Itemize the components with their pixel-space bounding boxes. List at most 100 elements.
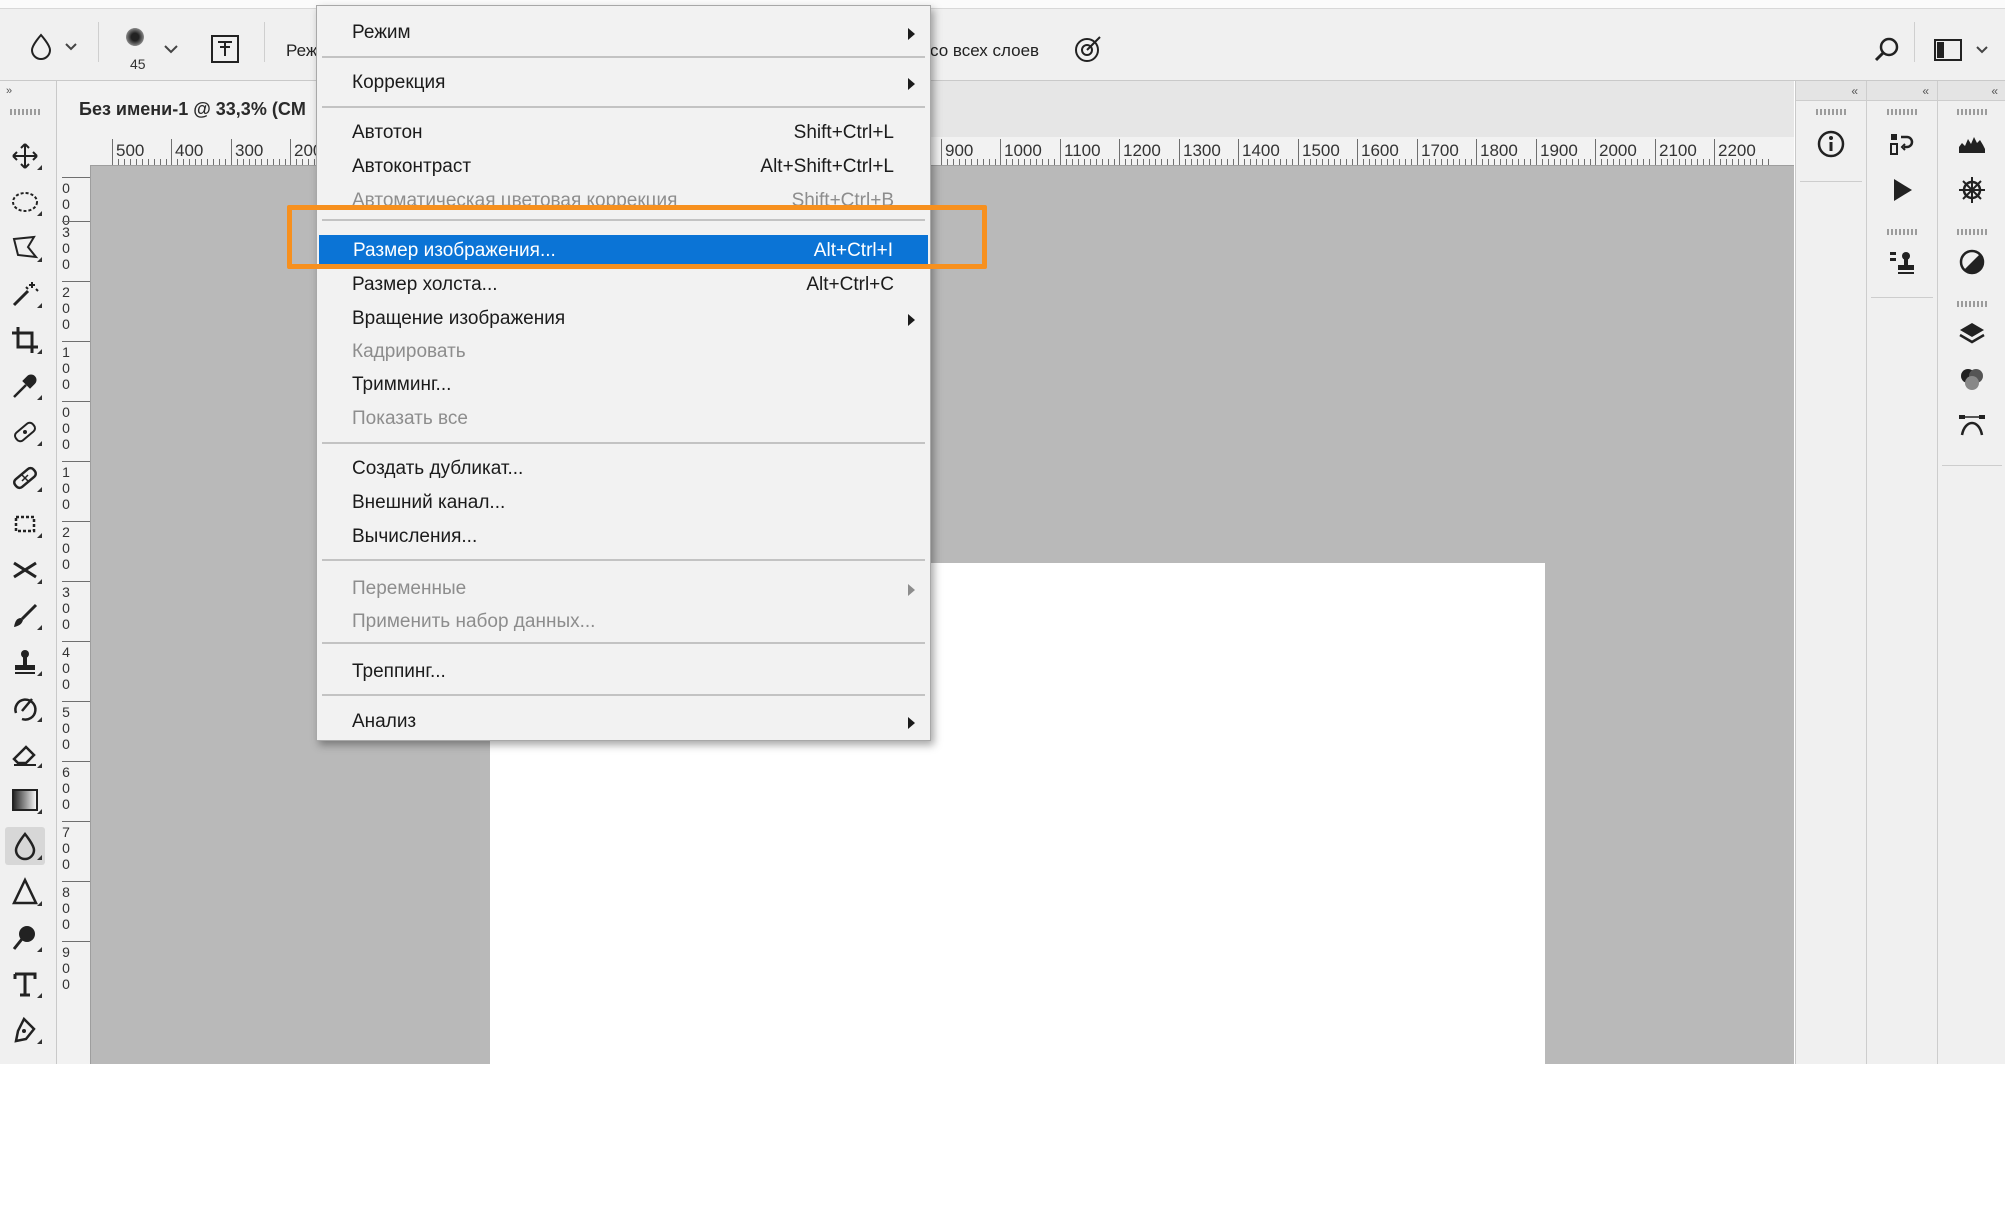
menu-item-reveal-all[interactable]: Показать все bbox=[318, 403, 929, 435]
ruler-label: 0 bbox=[62, 480, 70, 496]
ruler-minor-tick bbox=[1612, 159, 1614, 165]
menu-item-canvas-size[interactable]: Размер холста... Alt+Ctrl+C bbox=[318, 269, 929, 301]
info-icon bbox=[1817, 130, 1845, 158]
ruler-minor-tick bbox=[1725, 159, 1727, 165]
menu-item-apply-data-set[interactable]: Применить набор данных... bbox=[318, 606, 929, 638]
ruler-minor-tick bbox=[1666, 159, 1668, 165]
ruler-minor-tick bbox=[1392, 159, 1394, 165]
dodge-tool[interactable] bbox=[5, 919, 45, 957]
collapse-column-icon[interactable]: « bbox=[1867, 81, 1937, 101]
sharpen-tool[interactable] bbox=[5, 873, 45, 911]
eraser-tool[interactable] bbox=[5, 735, 45, 773]
document-tab[interactable]: Без имени-1 @ 33,3% (CM bbox=[57, 81, 328, 137]
brush-settings-button[interactable] bbox=[210, 34, 240, 69]
magic-wand-tool[interactable] bbox=[5, 275, 45, 313]
brush-size-value: 45 bbox=[130, 56, 146, 72]
ruler-label: 0 bbox=[62, 600, 70, 616]
menu-item-label: Тримминг... bbox=[352, 374, 452, 395]
top-menu-strip bbox=[0, 0, 2005, 9]
ruler-minor-tick bbox=[295, 159, 297, 165]
menu-item-calculations[interactable]: Вычисления... bbox=[318, 521, 929, 553]
adjustments-panel-button[interactable] bbox=[1952, 243, 1992, 281]
ruler-minor-tick bbox=[248, 159, 250, 165]
histogram-panel-button[interactable] bbox=[1952, 125, 1992, 163]
ruler-origin[interactable] bbox=[57, 137, 90, 165]
ruler-minor-tick bbox=[1672, 159, 1674, 165]
lasso-tool[interactable] bbox=[5, 229, 45, 267]
ruler-minor-tick bbox=[1023, 159, 1025, 165]
ruler-minor-tick bbox=[1410, 159, 1412, 165]
mode-label: Реж bbox=[286, 41, 318, 60]
ruler-minor-tick bbox=[1130, 159, 1132, 165]
collapse-toolbar-icon[interactable]: » bbox=[6, 85, 12, 97]
type-tool[interactable] bbox=[5, 965, 45, 1003]
history-panel-button[interactable] bbox=[1882, 125, 1922, 163]
workspace-switcher[interactable] bbox=[1933, 36, 1993, 69]
info-panel-button[interactable] bbox=[1811, 125, 1851, 163]
vertical-ruler[interactable]: 0003002001000001002003004005006007008009… bbox=[57, 165, 91, 1064]
layers-icon bbox=[1959, 323, 1985, 344]
crop-tool[interactable] bbox=[5, 321, 45, 359]
ruler-label: 0 bbox=[62, 960, 70, 976]
menu-item-apply-image[interactable]: Внешний канал... bbox=[318, 487, 929, 519]
ruler-minor-tick bbox=[123, 159, 125, 165]
search-button[interactable] bbox=[1873, 36, 1901, 69]
menu-divider bbox=[322, 559, 925, 561]
ruler-minor-tick bbox=[1511, 159, 1513, 165]
menu-divider bbox=[322, 694, 925, 696]
ruler-label: 2 bbox=[62, 524, 70, 540]
play-icon bbox=[1894, 179, 1912, 201]
healing-brush-tool[interactable] bbox=[5, 459, 45, 497]
ruler-minor-tick bbox=[1065, 159, 1067, 165]
menu-item-mode[interactable]: Режим bbox=[318, 17, 929, 49]
collapse-column-icon[interactable]: « bbox=[1938, 81, 2005, 101]
pressure-strength-button[interactable] bbox=[1073, 34, 1103, 69]
spot-healing-tool[interactable] bbox=[5, 413, 45, 451]
ruler-minor-tick bbox=[1452, 159, 1454, 165]
ruler-label: 1 bbox=[62, 464, 70, 480]
ruler-minor-tick bbox=[1422, 159, 1424, 165]
layers-panel-button[interactable] bbox=[1952, 315, 1992, 353]
move-tool[interactable] bbox=[5, 137, 45, 175]
brush-preset-picker[interactable]: 45 bbox=[120, 20, 180, 76]
blur-icon bbox=[30, 33, 77, 60]
eyedropper-tool[interactable] bbox=[5, 367, 45, 405]
brush-tool[interactable] bbox=[5, 597, 45, 635]
content-aware-move-tool[interactable] bbox=[5, 551, 45, 589]
ruler-label: 0 bbox=[62, 180, 70, 196]
clone-source-panel-button[interactable] bbox=[1882, 243, 1922, 281]
menu-item-trap[interactable]: Треппинг... bbox=[318, 656, 929, 688]
menu-item-auto-contrast[interactable]: Автоконтраст Alt+Shift+Ctrl+L bbox=[318, 151, 929, 183]
menu-item-adjustments[interactable]: Коррекция bbox=[318, 67, 929, 99]
ruler-minor-tick bbox=[1428, 159, 1430, 165]
annotation-highlight-frame bbox=[287, 205, 987, 269]
pen-tool[interactable] bbox=[5, 1011, 45, 1049]
menu-item-label: Создать дубликат... bbox=[352, 458, 524, 479]
actions-panel-button[interactable] bbox=[1882, 171, 1922, 209]
menu-item-crop[interactable]: Кадрировать bbox=[318, 336, 929, 368]
clone-stamp-tool[interactable] bbox=[5, 643, 45, 681]
gradient-tool[interactable] bbox=[5, 781, 45, 819]
channels-panel-button[interactable] bbox=[1952, 361, 1992, 399]
blur-tool[interactable] bbox=[5, 827, 45, 865]
menu-item-auto-tone[interactable]: Автотон Shift+Ctrl+L bbox=[318, 117, 929, 149]
menu-item-variables[interactable]: Переменные bbox=[318, 573, 929, 605]
ruler-minor-tick bbox=[266, 159, 268, 165]
patch-tool[interactable] bbox=[5, 505, 45, 543]
ruler-minor-tick bbox=[313, 159, 315, 165]
ruler-minor-tick bbox=[1136, 159, 1138, 165]
menu-item-trim[interactable]: Тримминг... bbox=[318, 369, 929, 401]
ruler-tick bbox=[62, 341, 90, 342]
marquee-tool[interactable] bbox=[5, 183, 45, 221]
history-brush-tool[interactable] bbox=[5, 689, 45, 727]
ruler-minor-tick bbox=[1481, 159, 1483, 165]
paths-panel-button[interactable] bbox=[1952, 407, 1992, 445]
navigator-panel-button[interactable] bbox=[1952, 171, 1992, 209]
menu-item-duplicate[interactable]: Создать дубликат... bbox=[318, 453, 929, 485]
content-aware-move-icon bbox=[13, 561, 37, 579]
tool-preset-picker[interactable] bbox=[26, 32, 80, 65]
collapse-column-icon[interactable]: « bbox=[1796, 81, 1866, 101]
menu-item-image-rotation[interactable]: Вращение изображения bbox=[318, 303, 929, 335]
ruler-minor-tick bbox=[1523, 159, 1525, 165]
menu-item-analysis[interactable]: Анализ bbox=[318, 706, 929, 738]
